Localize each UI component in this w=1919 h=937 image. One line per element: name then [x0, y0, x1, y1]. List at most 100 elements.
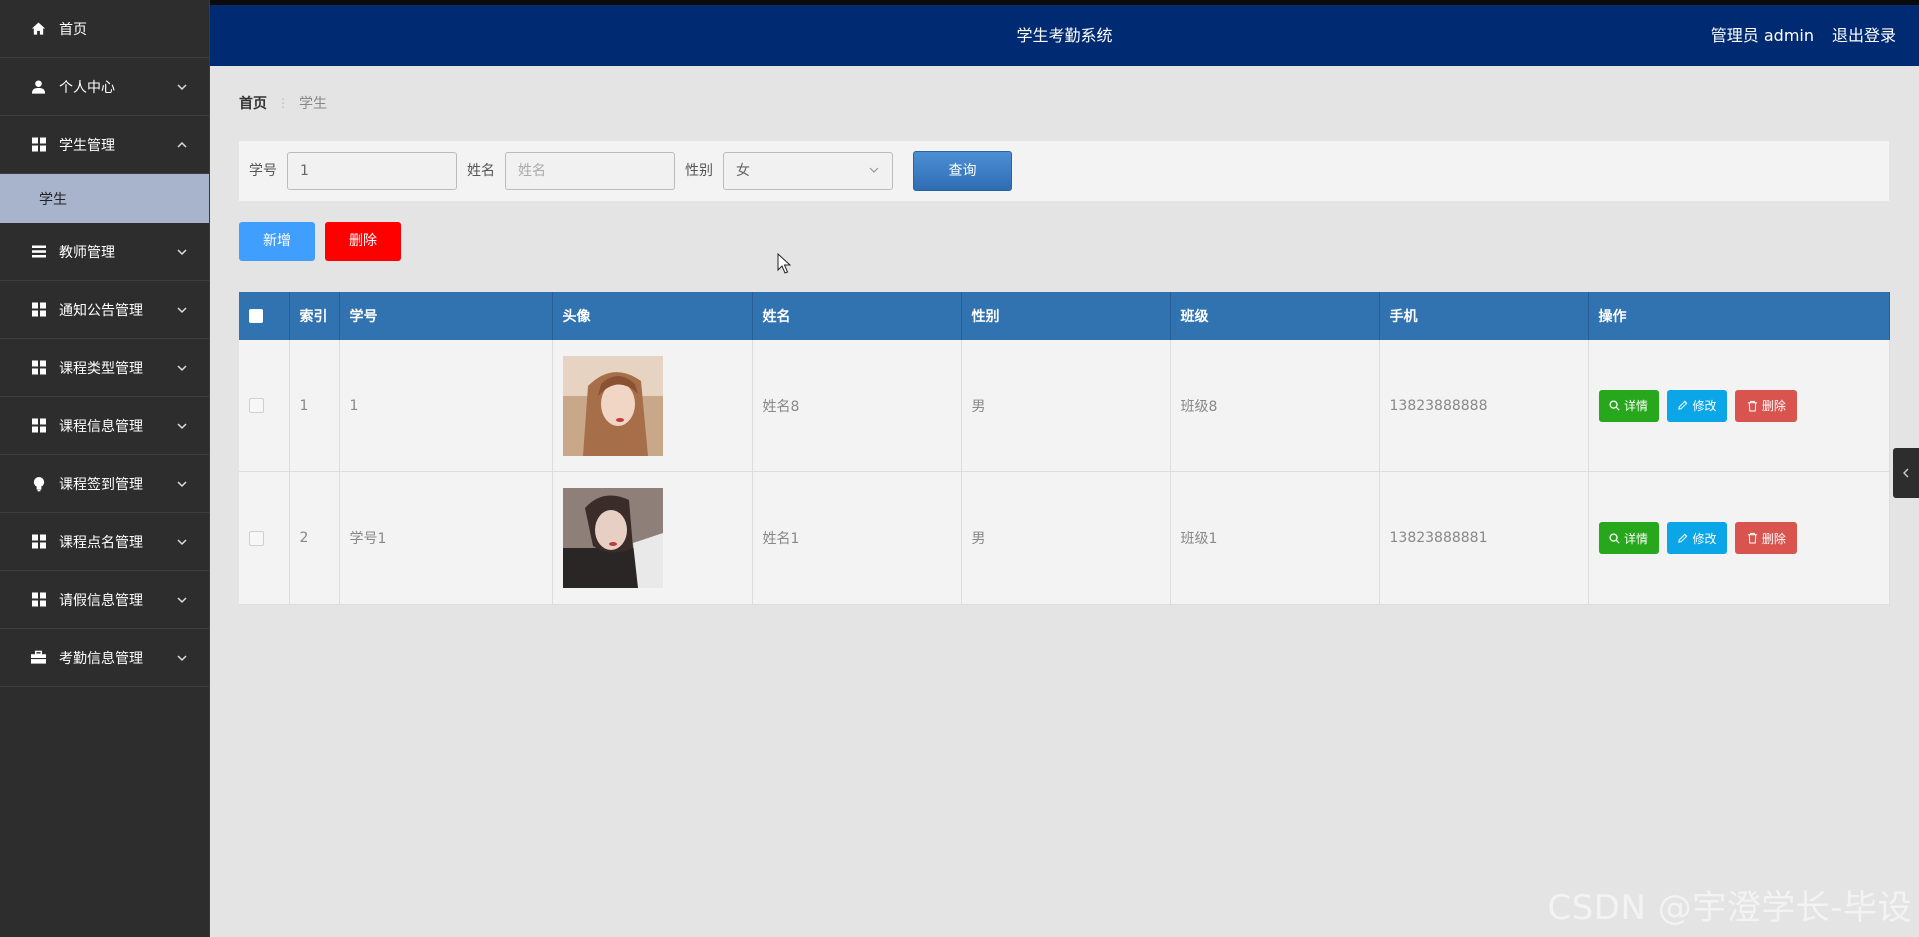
chevron-down-icon	[177, 422, 187, 429]
sidebar-item-personal-center[interactable]: 个人中心	[0, 58, 209, 116]
delete-button-label: 删除	[1761, 531, 1786, 546]
chevron-left-icon	[1903, 468, 1909, 478]
column-header: 索引	[289, 292, 340, 340]
add-button[interactable]: 新增	[239, 222, 315, 261]
cell-name: 姓名8	[752, 340, 962, 472]
chevron-down-icon	[177, 248, 187, 255]
sidebar-item-course-info-management[interactable]: 课程信息管理	[0, 397, 209, 455]
student-no-label: 学号	[249, 163, 277, 179]
sidebar-item-course-rollcall-management[interactable]: 课程点名管理	[0, 513, 209, 571]
sidebar-subitem-label: 学生	[39, 191, 67, 208]
student-no-input[interactable]: 1	[287, 152, 457, 190]
chevron-down-icon	[177, 596, 187, 603]
sidebar-item-label: 首页	[59, 21, 87, 38]
chevron-down-icon	[177, 480, 187, 487]
sidebar-item-leave-management[interactable]: 请假信息管理	[0, 571, 209, 629]
watermark: CSDN @宇澄学长-毕设	[1547, 888, 1912, 928]
detail-button[interactable]: 详情	[1598, 389, 1659, 422]
grid-icon	[31, 360, 46, 375]
bulk-delete-button[interactable]: 删除	[325, 222, 401, 261]
sidebar-item-notice-management[interactable]: 通知公告管理	[0, 281, 209, 339]
breadcrumb-current: 学生	[299, 96, 327, 112]
row-checkbox[interactable]	[249, 530, 264, 546]
current-user: 管理员 admin	[1710, 26, 1814, 45]
detail-button[interactable]: 详情	[1598, 522, 1659, 554]
column-header: 性别	[961, 292, 1171, 340]
chevron-down-icon	[177, 306, 187, 313]
sidebar-item-label: 课程类型管理	[59, 360, 143, 377]
bulb-icon	[31, 476, 46, 491]
list-icon	[31, 244, 46, 259]
sidebar-item-label: 课程点名管理	[59, 534, 143, 551]
row-checkbox-cell	[239, 471, 290, 605]
name-label: 姓名	[467, 163, 495, 179]
sidebar-item-label: 个人中心	[59, 79, 115, 96]
search-icon	[1609, 400, 1620, 411]
trash-icon	[1747, 532, 1757, 544]
sidebar-item-label: 考勤信息管理	[59, 650, 143, 667]
edit-button[interactable]: 修改	[1666, 389, 1727, 422]
breadcrumb-separator-icon: ⋮	[277, 96, 289, 110]
select-all-checkbox[interactable]	[249, 309, 263, 323]
panel-toggle-button[interactable]	[1893, 448, 1919, 498]
pencil-icon	[1678, 400, 1688, 410]
student-table: 索引 学号 头像 姓名 性别 班级 手机 操作 1 1 姓名8 男 班级8 13…	[239, 292, 1890, 605]
sidebar-subitem-student[interactable]: 学生	[0, 174, 209, 223]
sidebar-item-label: 通知公告管理	[59, 302, 143, 319]
chevron-down-icon	[177, 538, 187, 545]
chevron-up-icon	[177, 141, 187, 148]
grid-icon	[31, 137, 46, 152]
sidebar-item-attendance-management[interactable]: 考勤信息管理	[0, 629, 209, 687]
sidebar-item-home[interactable]: 首页	[0, 0, 209, 58]
grid-icon	[31, 302, 46, 317]
edit-button[interactable]: 修改	[1666, 522, 1727, 554]
gender-select[interactable]: 女	[723, 152, 893, 190]
search-icon	[1609, 532, 1620, 544]
app-title: 学生考勤系统	[1016, 26, 1113, 45]
column-header: 头像	[552, 292, 753, 340]
sidebar-item-label: 学生管理	[59, 137, 115, 154]
select-all-checkbox-cell[interactable]	[239, 292, 290, 340]
cell-name: 姓名1	[752, 471, 962, 605]
cell-index: 1	[289, 340, 340, 472]
sidebar-item-course-signin-management[interactable]: 课程签到管理	[0, 455, 209, 513]
table-header-row: 索引 学号 头像 姓名 性别 班级 手机 操作	[239, 292, 1890, 340]
cell-index: 2	[289, 471, 340, 605]
sidebar-item-teacher-management[interactable]: 教师管理	[0, 223, 209, 281]
row-checkbox[interactable]	[249, 398, 264, 413]
breadcrumb: 首页 ⋮ 学生	[239, 93, 327, 113]
sidebar: 首页 个人中心 学生管理 学生 教师管理 通知公告管理 课程类型管理 课程信息管…	[0, 0, 210, 937]
sidebar-item-course-type-management[interactable]: 课程类型管理	[0, 339, 209, 397]
sidebar-item-label: 教师管理	[59, 244, 115, 261]
table-row: 2 学号1 姓名1 男 班级1 13823888881 详情 修改 删除	[239, 471, 1890, 605]
delete-button[interactable]: 删除	[1735, 522, 1798, 554]
user-icon	[31, 79, 46, 94]
avatar	[562, 355, 663, 456]
chevron-down-icon	[177, 364, 187, 371]
column-header: 班级	[1170, 292, 1380, 340]
cell-phone: 13823888888	[1379, 340, 1589, 472]
cell-gender: 男	[961, 340, 1171, 472]
trash-icon	[1747, 400, 1757, 412]
mouse-cursor-icon	[777, 253, 791, 274]
detail-button-label: 详情	[1623, 399, 1648, 413]
breadcrumb-home[interactable]: 首页	[239, 93, 267, 113]
chevron-down-icon	[869, 167, 879, 173]
column-header: 姓名	[752, 292, 962, 340]
row-checkbox-cell	[239, 340, 290, 472]
gender-label: 性别	[685, 163, 713, 179]
delete-button[interactable]: 删除	[1735, 389, 1798, 422]
query-button[interactable]: 查询	[913, 151, 1012, 191]
name-input[interactable]: 姓名	[505, 152, 675, 190]
sidebar-item-label: 课程签到管理	[59, 476, 143, 493]
delete-button-label: 删除	[1761, 399, 1786, 413]
logout-link[interactable]: 退出登录	[1832, 5, 1896, 66]
cell-gender: 男	[961, 471, 1171, 605]
grid-icon	[31, 418, 46, 433]
column-header: 操作	[1588, 292, 1890, 340]
avatar	[562, 488, 663, 588]
cell-student-no: 1	[339, 340, 553, 472]
gender-select-value: 女	[736, 163, 750, 179]
briefcase-icon	[31, 650, 46, 665]
sidebar-item-student-management[interactable]: 学生管理	[0, 116, 209, 174]
